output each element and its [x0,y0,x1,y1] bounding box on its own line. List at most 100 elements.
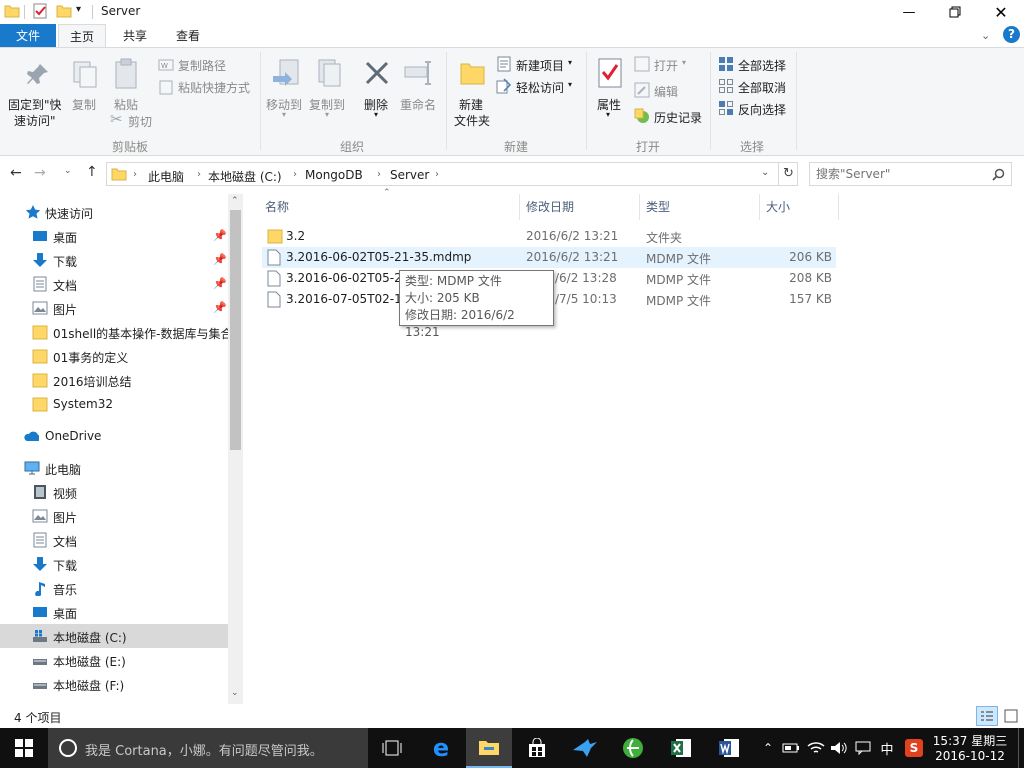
nav-pc-documents[interactable]: 文档 [0,528,228,552]
edit-button[interactable]: 编辑 [634,82,694,100]
pin-icon[interactable]: 📌 [213,301,227,314]
paste-shortcut-button[interactable]: 粘贴快捷方式 [158,78,258,96]
search-input[interactable] [816,166,986,182]
back-arrow-icon[interactable]: ← [10,165,22,181]
taskbar-file-explorer[interactable] [466,728,512,768]
nav-pc-pictures[interactable]: 图片 [0,504,228,528]
breadcrumb-chevron-icon[interactable]: › [435,169,439,180]
refresh-icon[interactable]: ↻ [783,166,794,181]
pin-icon[interactable]: 📌 [213,253,227,266]
tab-file[interactable]: 文件 [0,24,56,47]
nav-pictures[interactable]: 图片 📌 [0,296,228,320]
nav-scrollbar[interactable]: ⌃ ⌄ [228,194,243,704]
move-to-button[interactable]: 移动到 ▾ [266,50,306,119]
nav-documents[interactable]: 文档 📌 [0,272,228,296]
open-button[interactable]: 打开 ▾ [634,56,694,74]
select-all-button[interactable]: 全部选择 [718,56,794,74]
properties-quick-icon[interactable] [32,3,48,19]
new-folder-button[interactable]: 新建 文件夹 [452,50,494,134]
copy-button[interactable]: 复制 [68,50,102,114]
show-hidden-icons-icon[interactable]: ⌃ [758,728,778,768]
nav-drive-f[interactable]: 本地磁盘 (F:) [0,672,228,696]
scroll-thumb[interactable] [230,210,241,450]
column-size[interactable]: 大小 [766,198,790,220]
taskbar-store[interactable] [514,728,560,768]
nav-pc-downloads[interactable]: 下载 [0,552,228,576]
help-icon[interactable]: ? [1003,26,1020,43]
delete-button[interactable]: 删除 ▾ [362,50,392,119]
copy-to-button[interactable]: 复制到 ▾ [307,50,349,119]
paste-button[interactable]: 粘贴 [108,50,144,114]
task-view-button[interactable] [370,728,414,768]
minimize-button[interactable]: — [886,0,932,24]
show-desktop-button[interactable] [1018,728,1024,768]
breadcrumb-server[interactable]: Server [390,168,429,182]
nav-folder-system32[interactable]: System32 [0,392,228,416]
tab-home[interactable]: 主页 [58,24,106,48]
pin-icon[interactable]: 📌 [213,277,227,290]
column-date[interactable]: 修改日期 [526,198,574,220]
up-arrow-icon[interactable]: ↑ [86,164,98,180]
address-bar[interactable]: › 此电脑 › 本地磁盘 (C:) › MongoDB › Server › ⌄… [106,162,798,186]
nav-pc-desktop[interactable]: 桌面 [0,600,228,624]
clock-date[interactable]: 2016-10-12 [930,749,1010,763]
details-view-button[interactable] [976,706,998,726]
customize-quick-access-icon[interactable]: ▾ [76,4,81,15]
input-method-indicator[interactable]: 中 [876,728,898,768]
taskbar-bird-app[interactable] [562,728,608,768]
column-name[interactable]: 名称 [265,198,289,220]
address-history-chevron-icon[interactable]: ⌄ [761,167,769,178]
pin-icon[interactable]: 📌 [213,229,227,242]
breadcrumb-chevron-icon[interactable]: › [133,169,137,180]
properties-button[interactable]: 属性 ▾ [592,50,628,120]
select-none-button[interactable]: 全部取消 [718,78,794,96]
start-button[interactable] [0,728,48,768]
nav-onedrive[interactable]: OneDrive [0,424,228,448]
battery-icon[interactable] [780,728,802,768]
nav-music[interactable]: 音乐 [0,576,228,600]
file-row[interactable]: 3.2 2016/6/2 13:21 文件夹 [262,226,836,247]
scroll-up-icon[interactable]: ⌃ [231,196,239,206]
sogou-input-icon[interactable]: S [902,728,926,768]
taskbar-word[interactable] [706,728,752,768]
taskbar-edge[interactable]: e [418,728,464,768]
pin-to-quick-access-button[interactable]: 固定到"快 速访问" [6,50,66,132]
expand-ribbon-icon[interactable]: ⌄ [981,29,990,42]
tab-view[interactable]: 查看 [164,24,212,47]
breadcrumb-chevron-icon[interactable]: › [197,169,201,180]
easy-access-button[interactable]: 轻松访问 ▾ [496,78,578,96]
new-item-button[interactable]: 新建项目 ▾ [496,56,578,74]
notification-icon[interactable] [852,728,874,768]
close-button[interactable]: ✕ [978,0,1024,24]
nav-desktop[interactable]: 桌面 📌 [0,224,228,248]
cortana-search-box[interactable]: 我是 Cortana，小娜。有问题尽管问我。 [48,728,368,768]
search-box[interactable] [809,162,1012,186]
breadcrumb-this-pc[interactable]: 此电脑 [148,168,184,185]
nav-videos[interactable]: 视频 [0,480,228,504]
history-button[interactable]: 历史记录 [634,108,706,126]
nav-folder-shell[interactable]: 01shell的基本操作-数据库与集合 [0,320,228,344]
taskbar-excel[interactable] [658,728,704,768]
recent-locations-icon[interactable]: ⌄ [64,166,72,176]
cut-button[interactable]: ✂ 剪切 [110,110,160,130]
new-folder-quick-icon[interactable] [56,3,72,19]
maximize-button[interactable] [932,0,978,24]
nav-drive-c[interactable]: 本地磁盘 (C:) [0,624,228,648]
nav-drive-e[interactable]: 本地磁盘 (E:) [0,648,228,672]
nav-this-pc[interactable]: 此电脑 [0,456,228,480]
rename-button[interactable]: 重命名 [400,50,440,116]
clock-time[interactable]: 15:37 星期三 [930,732,1010,749]
wifi-icon[interactable] [804,728,828,768]
volume-icon[interactable] [828,728,850,768]
nav-folder-transaction[interactable]: 01事务的定义 [0,344,228,368]
invert-selection-button[interactable]: 反向选择 [718,100,794,118]
nav-folder-training[interactable]: 2016培训总结 [0,368,228,392]
nav-quick-access[interactable]: 快速访问 [0,200,228,224]
column-type[interactable]: 类型 [646,198,670,220]
breadcrumb-chevron-icon[interactable]: › [377,169,381,180]
nav-downloads[interactable]: 下载 📌 [0,248,228,272]
large-icons-view-button[interactable] [1001,706,1021,726]
taskbar-browser[interactable] [610,728,656,768]
forward-arrow-icon[interactable]: → [34,165,46,181]
scroll-down-icon[interactable]: ⌄ [231,688,239,698]
